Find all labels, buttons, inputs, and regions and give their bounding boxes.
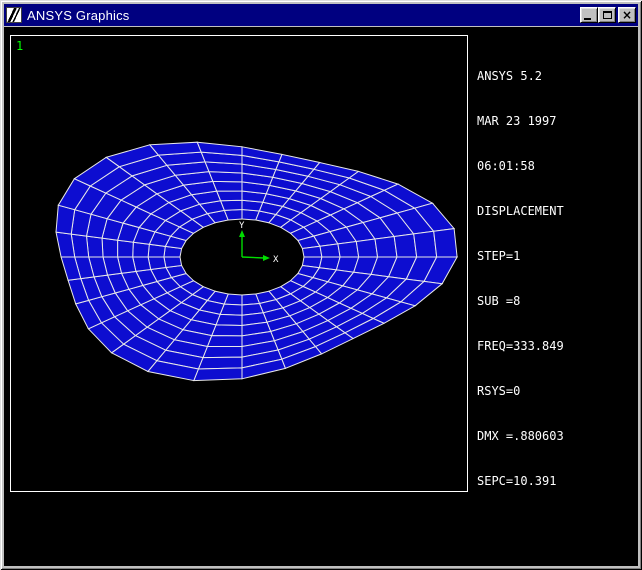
- readout-line: 06:01:58: [477, 159, 535, 173]
- readout-line: DSCA=.034522: [477, 564, 578, 566]
- readout-line: FREQ=333.849: [477, 339, 564, 353]
- readout-line: STEP=1: [477, 249, 521, 263]
- plot-window-number: 1: [16, 39, 24, 53]
- mesh-element: [337, 240, 360, 258]
- mesh-element: [163, 256, 183, 269]
- mesh-element: [193, 367, 243, 382]
- readout-line: ANSYS 5.2: [477, 69, 543, 83]
- triad-axes: [239, 230, 270, 261]
- mesh-element: [101, 237, 119, 258]
- mesh-element: [223, 208, 243, 221]
- titlebar[interactable]: ANSYS Graphics ×: [4, 4, 638, 26]
- x-axis-arrowhead: [263, 255, 270, 261]
- maximize-icon: [602, 11, 612, 19]
- y-axis-arrowhead: [239, 230, 245, 237]
- mesh-element: [117, 239, 134, 258]
- coordinate-triad: Y X: [239, 221, 279, 265]
- close-button[interactable]: ×: [618, 7, 636, 23]
- y-axis-label: Y: [239, 221, 245, 231]
- graphics-client-area: Y X 1 ANSYS 5.2 MAR 23 1997 06:01:58 DIS…: [4, 27, 638, 566]
- mesh-element: [433, 228, 458, 258]
- readout-line: SUB =8: [477, 294, 521, 308]
- ansys-graphics-window: ANSYS Graphics × Y X 1 ANSYS 5.2 MAR 23 …: [0, 0, 642, 570]
- mesh-element: [206, 335, 243, 347]
- mesh-element: [197, 356, 243, 370]
- mesh-element: [55, 231, 76, 258]
- mesh-element: [413, 230, 438, 258]
- mesh-element: [319, 243, 341, 258]
- mesh-element: [55, 204, 76, 235]
- mesh-element: [215, 190, 243, 202]
- readout-line: SEPC=10.391: [477, 474, 557, 488]
- ansys-logo-icon[interactable]: [6, 7, 22, 23]
- view-readout: DSCA=.034522 YV =-.866025 ZV =.5 DIST=.3…: [477, 534, 578, 566]
- readout-line: MAR 23 1997: [477, 114, 557, 128]
- mesh-element: [210, 324, 243, 337]
- solution-readout: ANSYS 5.2 MAR 23 1997 06:01:58 DISPLACEM…: [477, 39, 578, 519]
- mesh-element: [301, 245, 323, 258]
- mesh-element: [219, 199, 243, 211]
- x-axis-line: [241, 256, 265, 259]
- maximize-button[interactable]: [598, 7, 616, 23]
- x-axis-label: X: [273, 255, 279, 265]
- legend-readout: ANSYS 5.2 MAR 23 1997 06:01:58 DISPLACEM…: [477, 39, 578, 566]
- mesh-element: [393, 233, 418, 258]
- readout-line: RSYS=0: [477, 384, 521, 398]
- plot-viewport: Y X 1: [10, 35, 468, 492]
- mesh-element: [212, 180, 243, 192]
- minimize-button[interactable]: [580, 7, 598, 23]
- minimize-icon: [584, 18, 591, 20]
- window-controls: ×: [580, 7, 636, 23]
- mesh-element: [374, 235, 398, 258]
- mesh-element: [85, 235, 104, 258]
- plot-canvas[interactable]: Y X: [11, 36, 467, 491]
- mesh-element: [202, 346, 243, 359]
- readout-line: DISPLACEMENT: [477, 204, 564, 218]
- close-icon: ×: [621, 7, 633, 22]
- mesh-element: [355, 238, 379, 258]
- mesh-group: [55, 141, 458, 382]
- window-title: ANSYS Graphics: [27, 7, 130, 23]
- readout-line: DMX =.880603: [477, 429, 564, 443]
